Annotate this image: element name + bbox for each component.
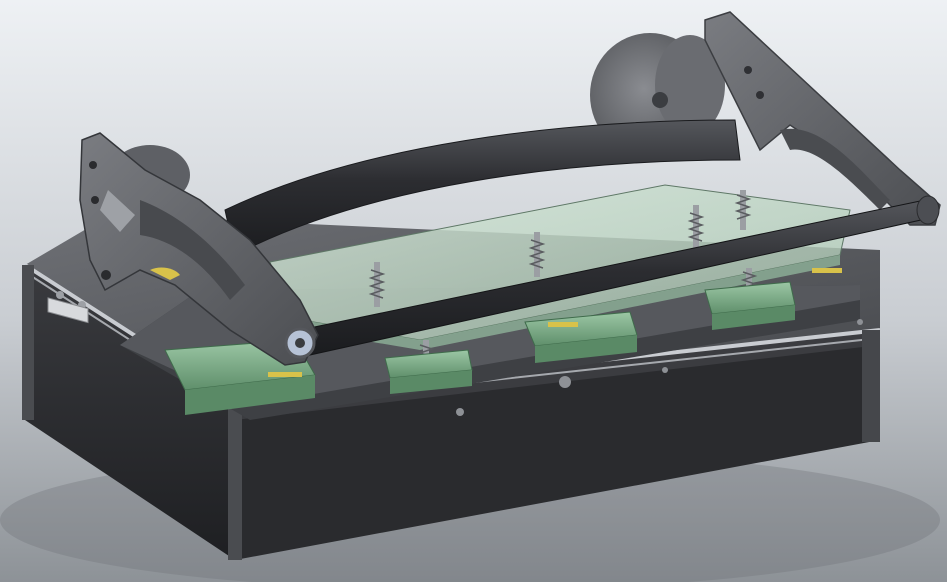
corner-post-front-right — [862, 330, 880, 442]
base-screw — [56, 291, 64, 299]
left-arm-bolt — [101, 270, 111, 280]
yellow-contact — [812, 268, 842, 273]
test-fixture-render — [0, 0, 947, 582]
left-arm-bolt — [89, 161, 97, 169]
yellow-contact — [268, 372, 302, 377]
cad-viewport — [0, 0, 947, 582]
left-arm-pivot-center — [295, 338, 305, 348]
right-wheel-axle — [652, 92, 668, 108]
front-bar-end-cap — [916, 195, 940, 225]
plate-screw — [456, 408, 464, 416]
right-arm-bolt — [744, 66, 752, 74]
left-arm-bolt — [91, 196, 99, 204]
plate-screw — [559, 376, 571, 388]
plate-screw — [662, 367, 668, 373]
plate-screw — [857, 319, 863, 325]
corner-post-back-left — [22, 265, 34, 420]
yellow-contact — [548, 322, 578, 327]
corner-post-front-left — [228, 400, 242, 560]
right-arm-bolt — [756, 91, 764, 99]
